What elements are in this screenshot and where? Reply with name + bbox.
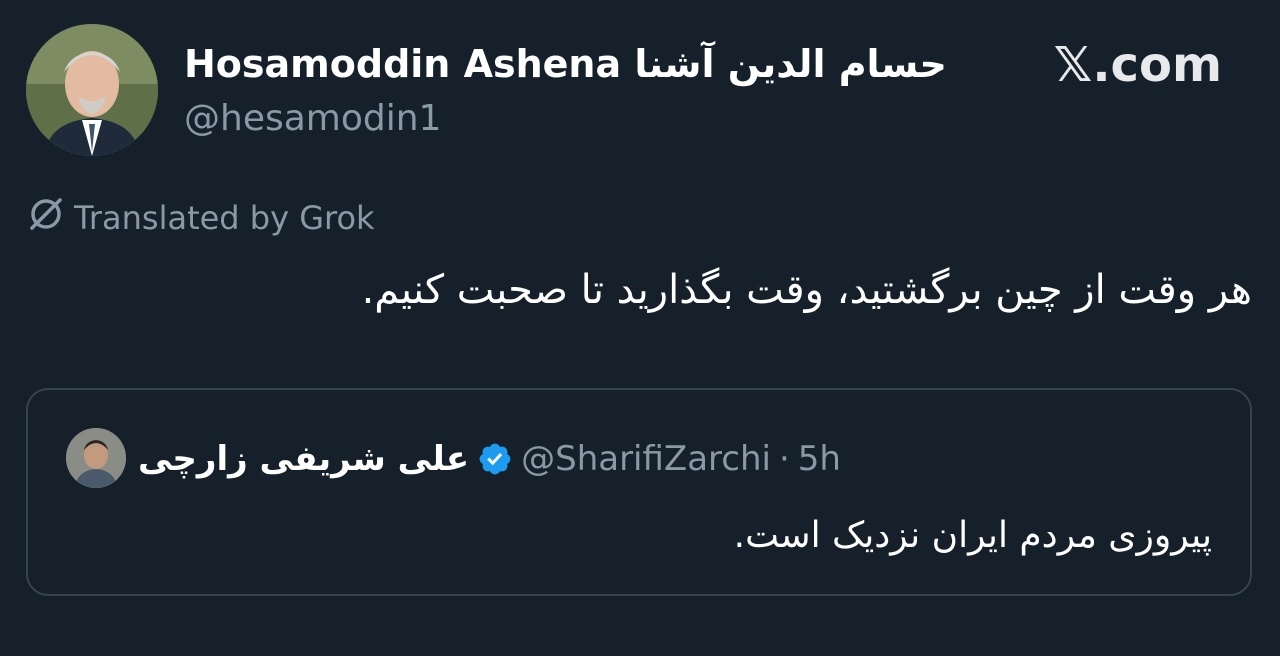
author-display-name[interactable]: Hosamoddin Ashena حسام الدین آشنا <box>184 40 947 88</box>
author-avatar[interactable] <box>26 24 158 156</box>
verified-badge-icon <box>477 441 513 477</box>
author-handle[interactable]: @hesamodin1 <box>184 96 441 142</box>
translation-label: Translated by Grok <box>74 199 375 237</box>
x-logo: 𝕏.com <box>1053 37 1222 93</box>
quote-text: پیروزی مردم ایران نزدیک است. <box>733 515 1212 556</box>
grok-icon <box>26 194 66 243</box>
quote-header: علی شریفی زارچی @SharifiZarchi · 5h <box>138 434 841 484</box>
quoted-tweet-card[interactable]: علی شریفی زارچی @SharifiZarchi · 5h پیرو… <box>26 388 1252 596</box>
tweet-text: هر وقت از چین برگشتید، وقت بگذارید تا صح… <box>361 267 1252 313</box>
quote-author-handle[interactable]: @SharifiZarchi <box>521 435 771 483</box>
quote-author-name[interactable]: علی شریفی زارچی <box>138 435 469 483</box>
translation-notice[interactable]: Translated by Grok <box>26 197 375 238</box>
quote-timestamp[interactable]: 5h <box>798 435 841 483</box>
quote-author-avatar[interactable] <box>66 428 126 488</box>
quote-separator: · <box>778 439 790 479</box>
